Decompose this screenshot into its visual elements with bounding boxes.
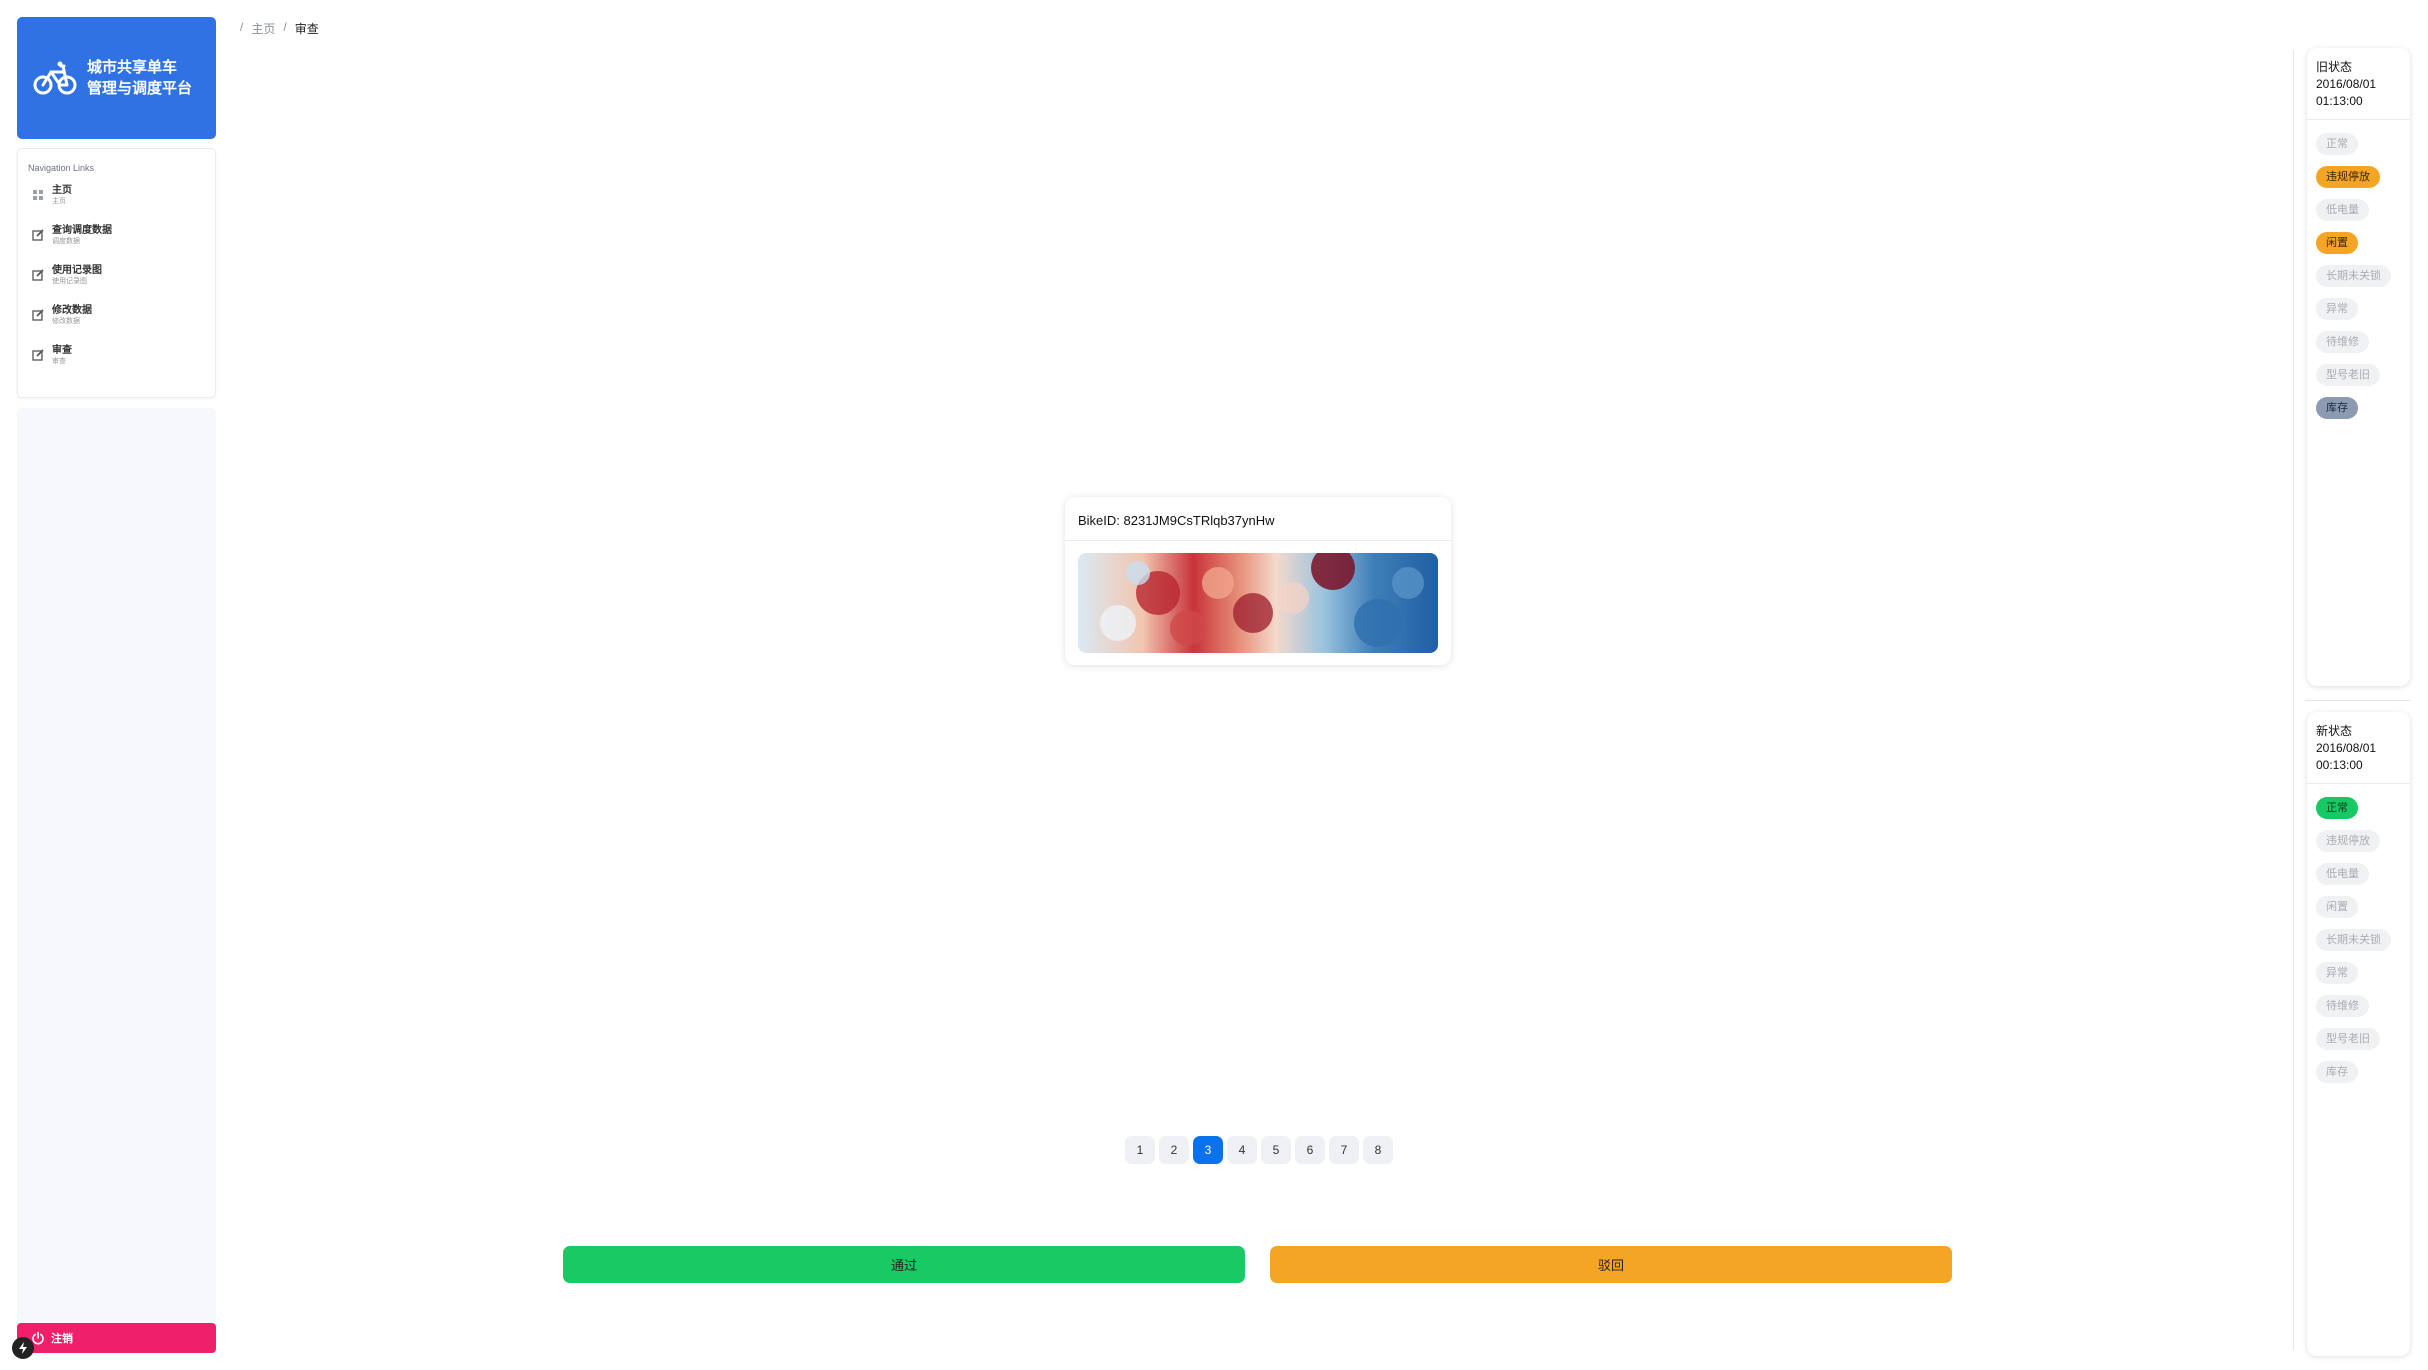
page-button-3-active[interactable]: 3 [1193,1136,1223,1164]
new-state-header: 新状态 2016/08/01 00:13:00 [2307,712,2410,784]
chip-lock-unclosed[interactable]: 长期未关锁 [2316,929,2391,951]
new-state-title: 新状态 [2316,724,2353,738]
bike-map-image [1078,553,1438,653]
logout-button[interactable]: 注销 [17,1323,216,1353]
bike-card: BikeID: 8231JM9CsTRlqb37ynHw [1065,497,1451,665]
lightning-icon[interactable] [12,1337,34,1359]
approve-button[interactable]: 通过 [563,1246,1245,1283]
dashboard-icon [33,190,43,200]
brand-title-line1: 城市共享单车 [87,59,178,76]
chip-low-battery[interactable]: 低电量 [2316,863,2369,885]
old-state-time: 01:13:00 [2316,94,2363,108]
chip-normal[interactable]: 正常 [2316,133,2358,155]
edit-icon [32,269,44,281]
old-state-title: 旧状态 [2316,60,2353,74]
nav-item-sub: 审查 [52,358,66,365]
breadcrumb-current: 审查 [294,22,319,36]
nav-item-usage-chart[interactable]: 使用记录图 使用记录图 [28,265,205,305]
logout-label: 注销 [51,1333,73,1345]
chip-old-model[interactable]: 型号老旧 [2316,364,2380,386]
divider [2293,50,2294,1350]
nav-item-label: 审查 [52,345,72,356]
page-button-4[interactable]: 4 [1227,1136,1257,1164]
reject-button[interactable]: 驳回 [1270,1246,1952,1283]
chip-idle[interactable]: 闲置 [2316,896,2358,918]
nav-item-sub: 调度数据 [52,238,80,245]
nav-item-sub: 主页 [52,198,66,205]
nav-item-dispatch-data[interactable]: 查询调度数据调度数据 [28,225,205,265]
edit-icon [32,229,44,241]
panel-separator [2305,700,2410,701]
chip-needs-repair[interactable]: 待维修 [2316,995,2369,1017]
chip-low-battery[interactable]: 低电量 [2316,199,2369,221]
nav-item-sub: 使用记录图 [52,278,87,285]
breadcrumb-separator: / [240,20,244,34]
chip-inventory[interactable]: 库存 [2316,1061,2358,1083]
chip-needs-repair[interactable]: 待维修 [2316,331,2369,353]
chip-illegal-parking[interactable]: 违规停放 [2316,830,2380,852]
breadcrumb-home[interactable]: 主页 [251,20,275,37]
page-button-1[interactable]: 1 [1125,1136,1155,1164]
new-state-date: 2016/08/01 [2316,741,2377,755]
brand-title: 城市共享单车 管理与调度平台 [87,57,192,99]
chip-abnormal[interactable]: 异常 [2316,298,2358,320]
breadcrumb: / 主页 / 审查 [240,20,319,37]
nav-item-label: 主页 [52,185,72,196]
nav-item-label: 修改数据 [52,305,92,316]
nav-item-review[interactable]: 审查 审查 [28,345,205,385]
chip-lock-unclosed[interactable]: 长期未关锁 [2316,265,2391,287]
brand-banner[interactable]: 城市共享单车 管理与调度平台 [17,17,216,139]
new-state-chips: 正常 违规停放 低电量 闲置 长期未关锁 异常 待维修 型号老旧 库存 [2307,784,2410,1097]
page-button-8[interactable]: 8 [1363,1136,1393,1164]
new-state-time: 00:13:00 [2316,758,2363,772]
chip-idle[interactable]: 闲置 [2316,232,2358,254]
old-state-date: 2016/08/01 [2316,77,2377,91]
nav-item-home[interactable]: 主页 主页 [28,185,205,225]
chip-normal[interactable]: 正常 [2316,797,2358,819]
edit-icon [32,309,44,321]
chip-illegal-parking[interactable]: 违规停放 [2316,166,2380,188]
old-state-panel: 旧状态 2016/08/01 01:13:00 正常 违规停放 低电量 闲置 长… [2307,48,2410,686]
nav-heading: Navigation Links [28,163,95,173]
bicycle-icon [33,61,77,95]
bike-id-label: BikeID: 8231JM9CsTRlqb37ynHw [1065,497,1451,541]
old-state-header: 旧状态 2016/08/01 01:13:00 [2307,48,2410,120]
chip-abnormal[interactable]: 异常 [2316,962,2358,984]
chip-old-model[interactable]: 型号老旧 [2316,1028,2380,1050]
page-button-6[interactable]: 6 [1295,1136,1325,1164]
nav-item-label: 查询调度数据 [52,225,112,236]
navigation-card: Navigation Links 主页 主页 查询调度数据 调度数据 使用记录图 使用… [17,148,216,398]
sidebar-panel [17,408,216,1323]
edit-icon [32,349,44,361]
brand-title-line2: 管理与调度平台 [87,80,193,97]
breadcrumb-separator: / [283,20,287,34]
new-state-panel: 新状态 2016/08/01 00:13:00 正常 违规停放 低电量 闲置 长… [2307,712,2410,1356]
nav-item-label: 使用记录图 [52,265,102,276]
chip-inventory[interactable]: 库存 [2316,397,2358,419]
page-button-7[interactable]: 7 [1329,1136,1359,1164]
old-state-chips: 正常 违规停放 低电量 闲置 长期未关锁 异常 待维修 型号老旧 库存 [2307,120,2410,433]
page-button-2[interactable]: 2 [1159,1136,1189,1164]
pagination: 1 2 3 4 5 6 7 8 [1125,1136,1393,1164]
nav-item-modify-data[interactable]: 修改数据 修改数据 [28,305,205,345]
nav-item-sub: 修改数据 [52,318,80,325]
page-button-5[interactable]: 5 [1261,1136,1291,1164]
